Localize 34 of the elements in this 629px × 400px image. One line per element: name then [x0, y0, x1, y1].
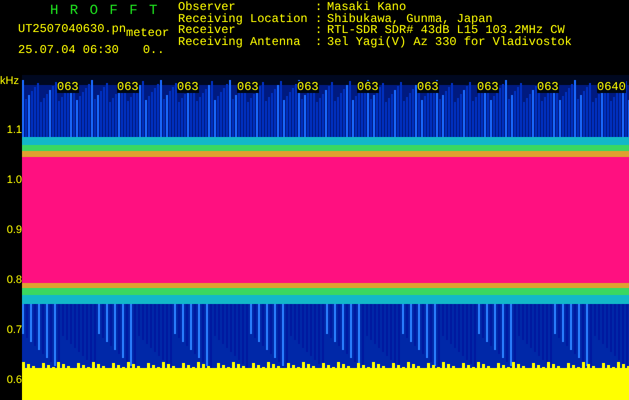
time-label: 063 [57, 81, 79, 93]
separator: : [315, 2, 324, 14]
axis-unit: kHz [0, 75, 20, 89]
file-name: UT2507040630.pn [18, 23, 126, 38]
tick-label: 0.7 [6, 322, 22, 338]
field-value: Masaki Kano [327, 2, 406, 14]
field-label: Receiving Location [178, 14, 309, 26]
time-label: 063 [537, 81, 559, 93]
field-label: Observer [178, 2, 236, 14]
app-title: H R O F F T [50, 4, 159, 19]
type-label: meteor [126, 25, 170, 40]
time-label: 063 [177, 81, 199, 93]
time-label: 063 [417, 81, 439, 93]
field-value: RTL-SDR SDR# 43dB L15 103.2MHz CW [327, 25, 565, 37]
time-label: 063 [297, 81, 319, 93]
time-label: 063 [357, 81, 379, 93]
separator: : [315, 36, 324, 48]
time-label: 0640 [597, 81, 626, 93]
separator: : [315, 14, 324, 26]
tick-label: 0.6 [6, 372, 22, 388]
field-value: 3el Yagi(V) Az 330 for Vladivostok [327, 36, 572, 48]
separator: : [315, 25, 324, 37]
tick-label: 0.9 [6, 222, 22, 238]
field-value: Shibukawa, Gunma, Japan [327, 14, 493, 26]
tick-label: 0.8 [6, 272, 22, 288]
time-label: 063 [117, 81, 139, 93]
tick-label: 1.1 [6, 122, 22, 138]
count-label: 0.. [142, 44, 164, 57]
field-label: Receiver [178, 25, 236, 37]
time-label: 063 [477, 81, 499, 93]
field-label: Receiving Antenna [178, 36, 302, 48]
tick-label: 1.0 [6, 172, 22, 188]
time-label: 063 [237, 81, 259, 93]
date-time: 25.07.04 06:30 [18, 44, 119, 57]
